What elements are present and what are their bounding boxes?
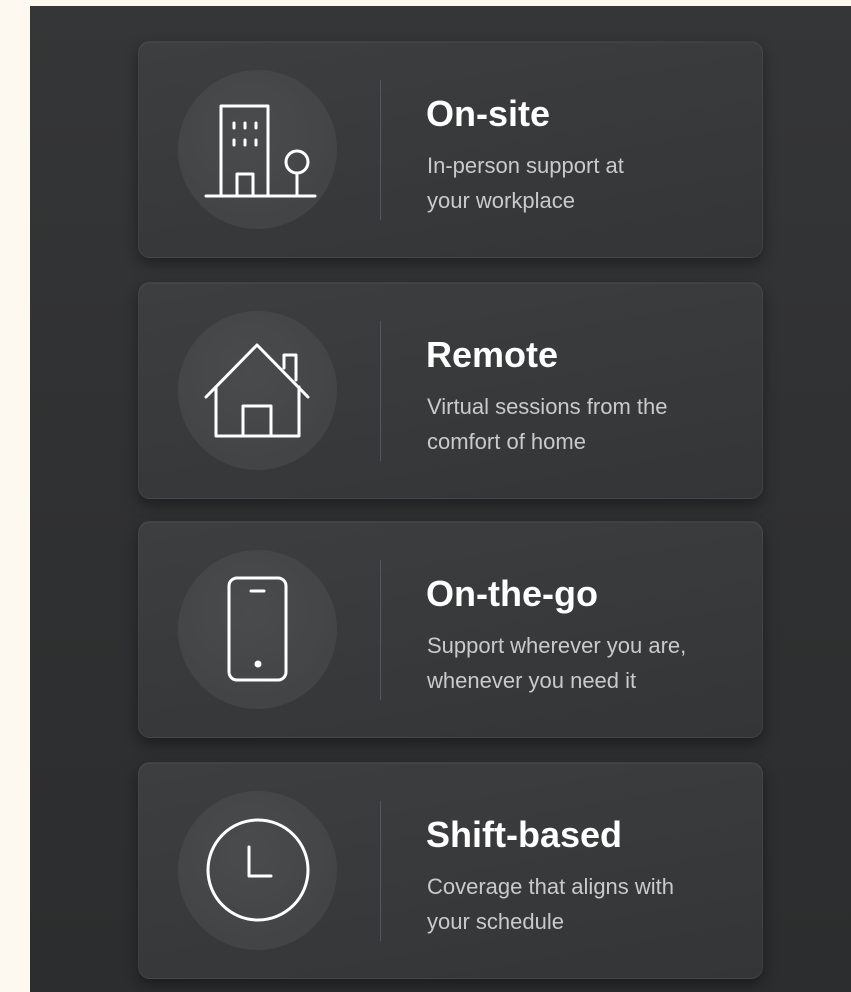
option-description-line: your schedule [427,909,564,934]
option-description-line: Coverage that aligns with [427,874,675,899]
option-description-line: Support wherever you are, [427,633,687,658]
clock-icon [178,791,337,950]
option-title: On-site [426,93,551,134]
card-divider [380,321,381,461]
option-title: On-the-go [426,573,598,614]
smartphone-icon [178,550,337,709]
card-divider [380,80,381,220]
option-description: Support wherever you are, whenever you n… [427,628,747,698]
card-divider [380,801,381,941]
option-card-on-the-go[interactable]: On-the-go Support wherever you are, when… [138,521,763,738]
office-building-icon [178,70,337,229]
option-description-line: comfort of home [427,429,586,454]
option-card-remote[interactable]: Remote Virtual sessions from the comfort… [138,282,763,499]
option-title: Remote [426,334,559,375]
house-icon [178,311,337,470]
option-description: In-person support at your workplace [427,148,747,218]
option-description-line: In-person support at [427,153,624,178]
option-title: Shift-based [426,814,623,855]
card-divider [380,560,381,700]
option-description: Virtual sessions from the comfort of hom… [427,389,747,459]
support-options-panel: On-site In-person support at your workpl… [30,6,851,992]
option-description-line: whenever you need it [427,668,637,693]
option-description: Coverage that aligns with your schedule [427,869,747,939]
option-card-shift-based[interactable]: Shift-based Coverage that aligns with yo… [138,762,763,979]
option-description-line: Virtual sessions from the [427,394,668,419]
option-description-line: your workplace [427,188,575,213]
option-card-on-site[interactable]: On-site In-person support at your workpl… [138,41,763,258]
